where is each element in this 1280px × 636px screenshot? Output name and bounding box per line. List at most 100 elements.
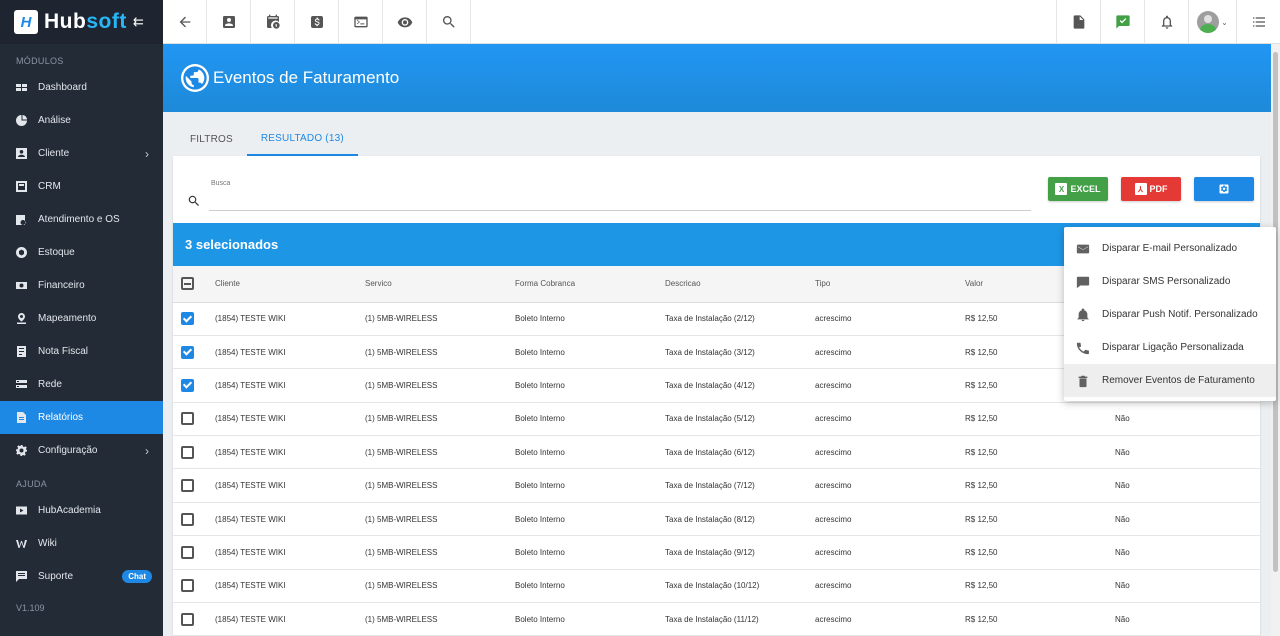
sidebar-item-analise[interactable]: Análise (0, 104, 163, 137)
cell-tipo: acrescimo (815, 368, 965, 403)
row-checkbox[interactable] (181, 612, 194, 626)
tab-resultado[interactable]: RESULTADO (13) (246, 122, 358, 156)
menu-item-label: Disparar SMS Personalizado (1102, 276, 1231, 287)
sidebar-item-atendimento-e-os[interactable]: Atendimento e OS (0, 203, 163, 236)
table-row[interactable]: (1854) TESTE WIKI (1) 5MB-WIRELESS Boleto … (173, 569, 1260, 604)
menu-item-trash[interactable]: Remover Eventos de Faturamento (1064, 364, 1276, 397)
sidebar-item-label: Cliente (38, 148, 70, 159)
row-checkbox-cell (173, 435, 215, 470)
search-icon (187, 194, 201, 211)
table-row[interactable]: (1854) TESTE WIKI (1) 5MB-WIRELESS Boleto … (173, 535, 1260, 570)
row-checkbox[interactable] (181, 378, 194, 392)
sidebar-item-financeiro[interactable]: Financeiro (0, 269, 163, 302)
cell-servico: (1) 5MB-WIRELESS (365, 569, 515, 604)
row-checkbox[interactable] (181, 512, 194, 526)
header-tipo[interactable]: Tipo (815, 266, 965, 303)
row-checkbox[interactable] (181, 445, 194, 459)
cell-descricao: Taxa de Instalação (5/12) (665, 402, 815, 437)
menu-item-bell[interactable]: Disparar Push Notif. Personalizado (1064, 298, 1276, 331)
cell-servico: (1) 5MB-WIRELESS (365, 535, 515, 570)
finance-shortcut-button[interactable] (295, 0, 339, 44)
search-input[interactable] (209, 194, 1031, 211)
sidebar-item-hubacademia[interactable]: HubAcademia (0, 494, 163, 527)
table-row[interactable]: (1854) TESTE WIKI (1) 5MB-WIRELESS Boleto … (173, 435, 1260, 470)
cell-tipo: acrescimo (815, 468, 965, 503)
sidebar-item-crm[interactable]: CRM (0, 170, 163, 203)
sidebar-item-configuracao[interactable]: Configuração › (0, 434, 163, 467)
user-menu-button[interactable]: ⌄ (1188, 0, 1236, 44)
menu-item-email[interactable]: Disparar E-mail Personalizado (1064, 232, 1276, 265)
collapse-menu-icon[interactable]: ⇇ (133, 14, 144, 30)
row-checkbox-cell (173, 402, 215, 437)
dashboard-icon (16, 82, 27, 93)
cell-tipo: acrescimo (815, 502, 965, 537)
bell-icon (1076, 307, 1090, 322)
row-checkbox-cell (173, 602, 215, 636)
chat-badge[interactable]: Chat (122, 570, 152, 583)
sidebar-item-nota-fiscal[interactable]: Nota Fiscal (0, 335, 163, 368)
header-forma-cobranca[interactable]: Forma Cobranca (515, 266, 665, 303)
header-servico[interactable]: Servico (365, 266, 515, 303)
sidebar-item-wiki[interactable]: Wiki (0, 527, 163, 560)
cell-servico: (1) 5MB-WIRELESS (365, 302, 515, 336)
cell-descricao: Taxa de Instalação (9/12) (665, 535, 815, 570)
cell-tipo: acrescimo (815, 535, 965, 570)
client-shortcut-button[interactable] (207, 0, 251, 44)
pdf-file-icon (1073, 15, 1084, 29)
header-cliente[interactable]: Cliente (215, 266, 365, 303)
approval-button[interactable] (1100, 0, 1144, 44)
table-settings-button[interactable] (1194, 177, 1254, 201)
stock-icon (16, 247, 27, 258)
header-descricao[interactable]: Descricao (665, 266, 815, 303)
excel-label: EXCEL (1070, 184, 1101, 194)
bulk-actions-menu: Disparar E-mail Personalizado Disparar SM… (1064, 227, 1276, 401)
table-row[interactable]: (1854) TESTE WIKI (1) 5MB-WIRELESS Boleto … (173, 468, 1260, 503)
sms-icon (1076, 275, 1090, 289)
row-checkbox[interactable] (181, 545, 194, 559)
cell-cliente: (1854) TESTE WIKI (215, 569, 365, 604)
table-row[interactable]: (1854) TESTE WIKI (1) 5MB-WIRELESS Boleto … (173, 402, 1260, 437)
pdf-shortcut-button[interactable] (1056, 0, 1100, 44)
menu-item-phone[interactable]: Disparar Ligação Personalizada (1064, 331, 1276, 364)
hubsoft-logo-icon: H (14, 10, 38, 34)
row-checkbox[interactable] (181, 312, 194, 326)
search-shortcut-button[interactable] (427, 0, 471, 44)
row-checkbox-cell (173, 335, 215, 370)
cell-descricao: Taxa de Instalação (11/12) (665, 602, 815, 636)
calendar-clock-icon (266, 14, 280, 29)
row-checkbox[interactable] (181, 345, 194, 359)
cell-servico: (1) 5MB-WIRELESS (365, 502, 515, 537)
sidebar-item-relatorios[interactable]: Relatórios (0, 401, 163, 434)
cell-cliente: (1854) TESTE WIKI (215, 535, 365, 570)
cell-extra: Não (1115, 602, 1260, 636)
sidebar-item-cliente[interactable]: Cliente › (0, 137, 163, 170)
table-row[interactable]: (1854) TESTE WIKI (1) 5MB-WIRELESS Boleto … (173, 502, 1260, 537)
view-shortcut-button[interactable] (383, 0, 427, 44)
crm-icon (16, 181, 27, 192)
notifications-button[interactable] (1144, 0, 1188, 44)
app-root: H Hubsoft ⇇ MÓDULOS Dashboard Análise Clie… (0, 0, 1280, 636)
sidebar-item-mapeamento[interactable]: Mapeamento (0, 302, 163, 335)
sidebar-item-dashboard[interactable]: Dashboard (0, 71, 163, 104)
row-checkbox[interactable] (181, 479, 194, 493)
export-excel-button[interactable]: X EXCEL (1048, 177, 1108, 201)
row-checkbox-cell (173, 368, 215, 403)
row-checkbox[interactable] (181, 412, 194, 426)
back-button[interactable] (163, 0, 207, 44)
sidebar-item-rede[interactable]: Rede (0, 368, 163, 401)
search-field: Busca (187, 180, 1032, 212)
sidebar-item-suporte[interactable]: Suporte Chat (0, 560, 163, 593)
calendar-shortcut-button[interactable] (251, 0, 295, 44)
terminal-shortcut-button[interactable] (339, 0, 383, 44)
row-checkbox[interactable] (181, 579, 194, 593)
support-icon (16, 571, 27, 582)
cell-cliente: (1854) TESTE WIKI (215, 435, 365, 470)
select-all-checkbox[interactable] (181, 277, 194, 291)
export-pdf-button[interactable]: ⅄ PDF (1121, 177, 1181, 201)
table-row[interactable]: (1854) TESTE WIKI (1) 5MB-WIRELESS Boleto … (173, 602, 1260, 636)
options-menu-button[interactable] (1236, 0, 1280, 44)
menu-item-sms[interactable]: Disparar SMS Personalizado (1064, 265, 1276, 298)
tab-filtros[interactable]: FILTROS (176, 122, 247, 156)
check-message-icon (1115, 15, 1130, 29)
sidebar-item-estoque[interactable]: Estoque (0, 236, 163, 269)
